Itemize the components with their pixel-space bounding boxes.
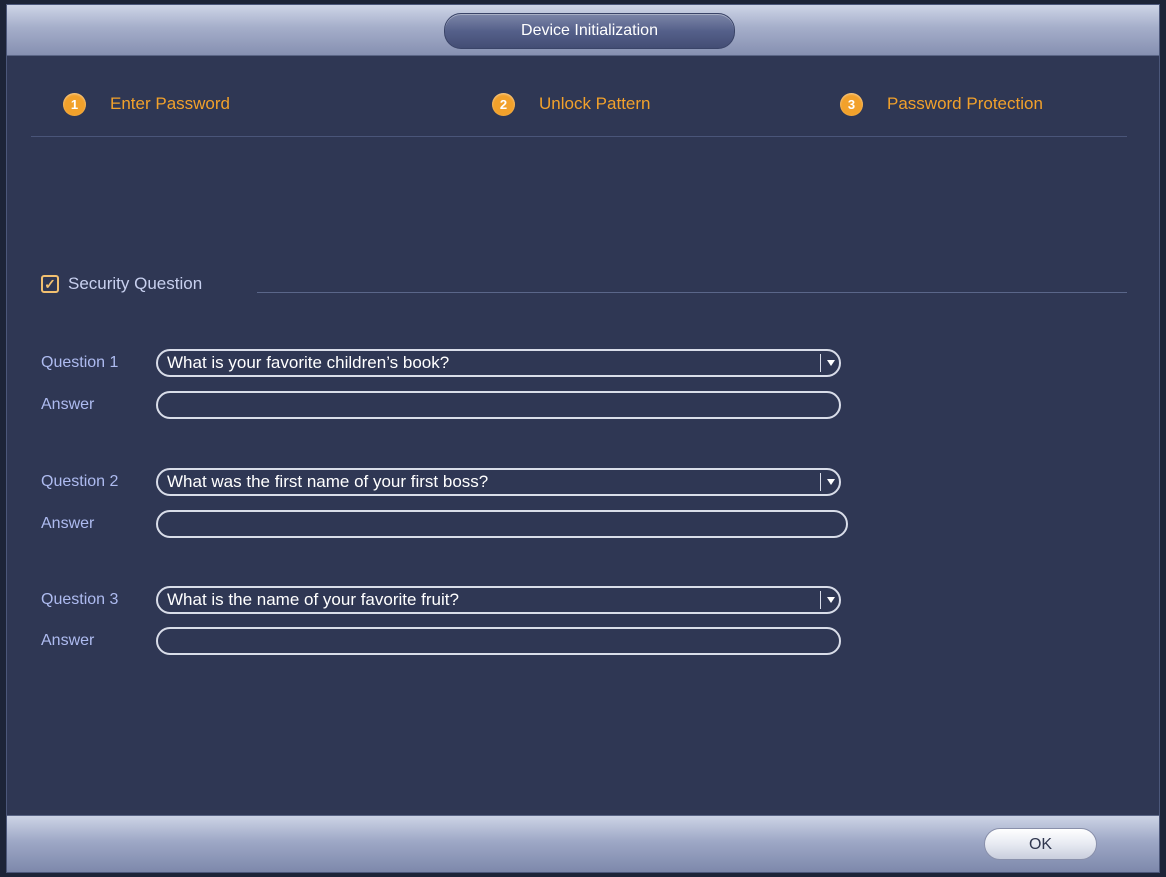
dropdown-separator <box>820 473 821 491</box>
step-label: Password Protection <box>887 94 1043 113</box>
section-divider <box>257 292 1127 293</box>
step-divider <box>31 136 1127 137</box>
checkmark-icon: ✓ <box>44 276 56 292</box>
question-1-selected-value: What is your favorite children’s book? <box>167 353 450 372</box>
step-number-badge: 2 <box>492 92 515 116</box>
question-2-label: Question 2 <box>41 473 119 490</box>
title-bar: Device Initialization <box>7 5 1159 56</box>
step-number-badge: 1 <box>63 92 86 116</box>
question-1-label: Question 1 <box>41 354 119 371</box>
dropdown-separator <box>820 591 821 609</box>
security-question-label: Security Question <box>68 274 203 293</box>
device-initialization-dialog: Device Initialization 1 Enter Password 2… <box>6 4 1160 873</box>
question-2-select[interactable]: What was the first name of your first bo… <box>156 468 841 496</box>
ok-button[interactable]: OK <box>984 828 1097 860</box>
answer-3-label: Answer <box>41 632 95 649</box>
answer-3-input[interactable] <box>156 627 841 655</box>
chevron-down-icon[interactable] <box>827 597 835 603</box>
answer-1-label: Answer <box>41 396 95 413</box>
question-3-select[interactable]: What is the name of your favorite fruit? <box>156 586 841 614</box>
step-label: Enter Password <box>110 94 230 113</box>
question-3-label: Question 3 <box>41 591 119 608</box>
answer-1-input[interactable] <box>156 391 841 419</box>
step-password-protection: 3 Password Protection <box>840 89 1043 119</box>
dialog-title: Device Initialization <box>444 13 735 49</box>
step-number-badge: 3 <box>840 92 863 116</box>
step-label: Unlock Pattern <box>539 94 651 113</box>
question-2-selected-value: What was the first name of your first bo… <box>167 472 489 491</box>
dropdown-separator <box>820 354 821 372</box>
security-question-checkbox[interactable]: ✓ <box>41 275 59 293</box>
chevron-down-icon[interactable] <box>827 479 835 485</box>
security-question-toggle[interactable]: ✓ Security Question <box>41 271 202 297</box>
step-indicator: 1 Enter Password 2 Unlock Pattern 3 Pass… <box>7 85 1159 125</box>
step-enter-password: 1 Enter Password <box>63 89 230 119</box>
answer-2-label: Answer <box>41 515 95 532</box>
chevron-down-icon[interactable] <box>827 360 835 366</box>
step-unlock-pattern: 2 Unlock Pattern <box>492 89 651 119</box>
question-1-select[interactable]: What is your favorite children’s book? <box>156 349 841 377</box>
answer-2-input[interactable] <box>156 510 848 538</box>
question-3-selected-value: What is the name of your favorite fruit? <box>167 590 459 609</box>
footer-bar: OK <box>7 815 1159 872</box>
